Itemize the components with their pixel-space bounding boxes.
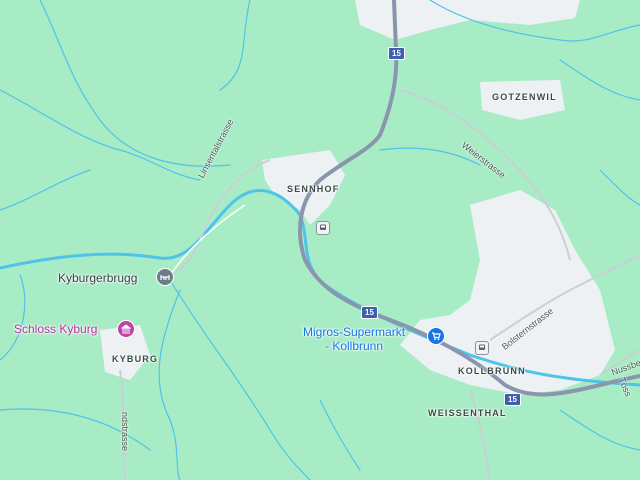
bridge-icon[interactable] [156, 268, 174, 286]
stream-6 [158, 289, 181, 480]
stream-14 [559, 409, 640, 451]
route-15-shield-3: 15 [504, 393, 521, 406]
road-weissenthal [469, 389, 491, 480]
train-station-icon[interactable] [316, 221, 330, 235]
poi-kyburgerbrugg[interactable]: Kyburgerbrugg [58, 271, 137, 285]
stream-9 [559, 59, 640, 101]
place-kyburg[interactable]: KYBURG [112, 354, 158, 364]
place-gotzenwil[interactable]: GOTZENWIL [492, 92, 557, 102]
poi-migros-line1: Migros-Supermarkt [303, 325, 406, 339]
urban-kollbrunn [400, 190, 615, 395]
poi-migros-line2: - Kollbrunn [325, 339, 384, 353]
route-15-shield-2: 15 [361, 306, 378, 319]
train-station-icon[interactable] [475, 341, 489, 355]
museum-icon[interactable] [117, 320, 135, 338]
place-kollbrunn[interactable]: KOLLBRUNN [458, 366, 526, 376]
poi-schloss-kyburg[interactable]: Schloss Kyburg [14, 322, 97, 336]
stream-4 [0, 274, 26, 361]
place-sennhof[interactable]: SENNHOF [287, 184, 339, 194]
stream-13 [319, 399, 361, 471]
map-canvas[interactable] [0, 0, 640, 480]
shopping-cart-icon[interactable] [427, 327, 445, 345]
stream-5 [169, 279, 311, 480]
poi-migros[interactable]: Migros-Supermarkt - Kollbrunn [303, 325, 405, 353]
urban-top [355, 0, 580, 40]
street-kyburg-road: ndstrasse [120, 412, 130, 452]
stream-12 [599, 169, 640, 206]
stream-3 [0, 169, 91, 211]
place-weissenthal[interactable]: WEISSENTHAL [428, 408, 507, 418]
route-15-shield: 15 [388, 47, 405, 60]
stream-2 [0, 89, 201, 181]
stream-7 [219, 0, 251, 91]
stream-1 [39, 0, 231, 167]
